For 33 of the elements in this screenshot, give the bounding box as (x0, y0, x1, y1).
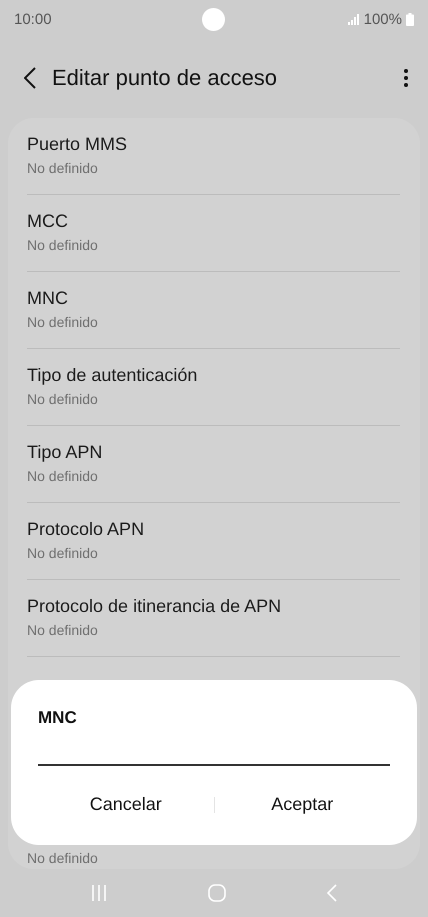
setting-value: No definido (27, 545, 99, 561)
accept-button[interactable]: Aceptar (214, 786, 390, 823)
setting-row[interactable]: MCC No definido (27, 195, 400, 272)
setting-row[interactable]: MNC No definido (27, 272, 400, 349)
setting-row[interactable]: Puerto MMS No definido (27, 118, 400, 195)
battery-percent: 100% (364, 10, 402, 28)
more-options-icon[interactable] (404, 69, 408, 87)
cancel-button[interactable]: Cancelar (38, 786, 214, 823)
setting-title: Tipo APN (27, 442, 104, 464)
setting-row[interactable]: Protocolo de itinerancia de APN No definido (27, 580, 400, 657)
setting-title: MCC (27, 211, 69, 233)
setting-row[interactable]: Protocolo APN No definido (27, 503, 400, 580)
setting-title: Protocolo de itinerancia de APN (27, 596, 282, 618)
setting-value: No definido (27, 314, 99, 330)
battery-icon (406, 12, 414, 26)
page-title: Editar punto de acceso (52, 65, 278, 91)
setting-value: No definido (27, 850, 99, 866)
setting-title: Tipo de autenticación (27, 365, 198, 387)
setting-title: Protocolo APN (27, 519, 146, 541)
setting-value: No definido (27, 622, 99, 638)
status-time: 10:00 (14, 10, 52, 28)
setting-row[interactable]: Tipo APN No definido (27, 426, 400, 503)
setting-value: No definido (27, 468, 99, 484)
setting-row[interactable]: Tipo de autenticación No definido (27, 349, 400, 426)
camera-cutout (202, 8, 225, 31)
setting-value: No definido (27, 160, 99, 176)
dialog-title: MNC (38, 708, 78, 728)
setting-value: No definido (27, 391, 99, 407)
setting-value: No definido (27, 237, 99, 253)
setting-title: MNC (27, 288, 69, 310)
setting-title: Puerto MMS (27, 134, 128, 156)
back-icon[interactable] (24, 67, 36, 89)
signal-icon (348, 14, 360, 24)
